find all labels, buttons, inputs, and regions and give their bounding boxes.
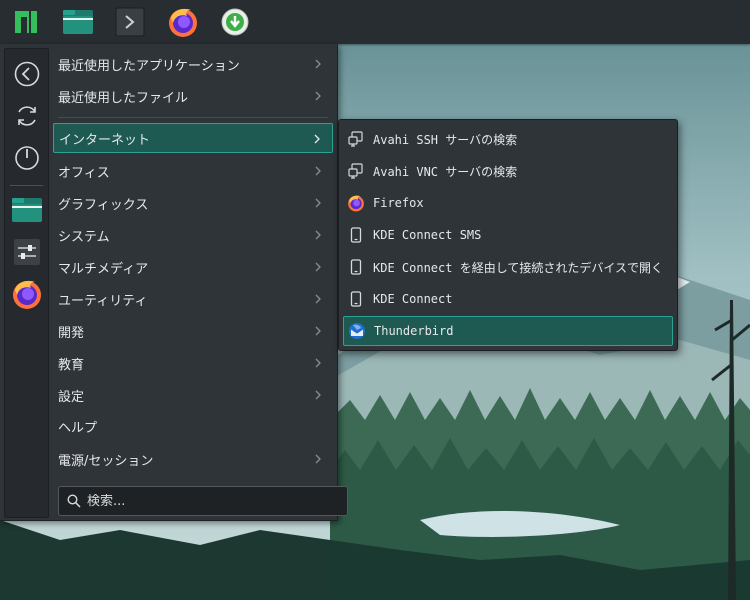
menu-item-label: 教育: [58, 357, 85, 373]
phone-icon: [347, 290, 365, 308]
back-arrow-icon[interactable]: [10, 57, 43, 90]
submenu-item-avahi-vnc[interactable]: Avahi VNC サーバの検索: [343, 156, 673, 186]
menu-item-system[interactable]: システム: [53, 220, 333, 250]
folder-icon[interactable]: [60, 4, 96, 40]
settings-sliders-icon[interactable]: [10, 235, 43, 268]
phone-icon: [347, 258, 365, 276]
submenu-item-kdeconnect[interactable]: KDE Connect: [343, 284, 673, 314]
submenu-item-kdeconnect-open[interactable]: KDE Connect を経由して接続されたデバイスで開く: [343, 252, 673, 282]
network-icon: [347, 130, 365, 148]
chevron-right-icon: [315, 166, 321, 176]
chevron-right-icon: [315, 326, 321, 336]
search-box[interactable]: [58, 486, 348, 516]
menu-item-label: 最近使用したアプリケーション: [58, 58, 240, 74]
chevron-right-icon: [315, 454, 321, 464]
submenu-item-label: KDE Connect を経由して接続されたデバイスで開く: [373, 260, 663, 275]
menu-item-power-session[interactable]: 電源/セッション: [53, 444, 333, 474]
chevron-right-icon: [315, 91, 321, 101]
menu-item-settings[interactable]: 設定: [53, 380, 333, 410]
submenu-item-firefox[interactable]: Firefox: [343, 188, 673, 218]
application-menu: 最近使用したアプリケーション 最近使用したファイル インターネット オフィス グ…: [0, 44, 348, 521]
refresh-icon[interactable]: [10, 99, 43, 132]
menu-separator: [58, 117, 328, 118]
chevron-right-icon: [315, 198, 321, 208]
chevron-right-icon: [315, 358, 321, 368]
thunderbird-icon: [348, 322, 366, 340]
favorites-separator: [10, 185, 43, 186]
folder-icon[interactable]: [10, 193, 43, 226]
favorites-bar: [4, 48, 49, 518]
submenu-item-label: KDE Connect: [373, 292, 453, 306]
menu-item-label: 開発: [58, 325, 85, 341]
menu-item-label: オフィス: [58, 165, 110, 181]
submenu-item-label: KDE Connect SMS: [373, 228, 482, 242]
software-update-icon[interactable]: [217, 4, 253, 40]
menu-item-recent-apps[interactable]: 最近使用したアプリケーション: [53, 49, 333, 79]
menu-item-recent-files[interactable]: 最近使用したファイル: [53, 81, 333, 111]
submenu-item-kdeconnect-sms[interactable]: KDE Connect SMS: [343, 220, 673, 250]
search-input[interactable]: [87, 493, 327, 509]
menu-item-label: 設定: [58, 389, 85, 405]
search-icon: [67, 494, 81, 508]
manjaro-logo-icon[interactable]: [8, 4, 44, 40]
chevron-right-icon: [315, 59, 321, 69]
menu-item-multimedia[interactable]: マルチメディア: [53, 252, 333, 282]
chevron-right-icon: [314, 134, 320, 144]
menu-item-label: ヘルプ: [58, 420, 98, 436]
menu-item-education[interactable]: 教育: [53, 348, 333, 378]
top-panel: [0, 0, 750, 44]
chevron-right-icon: [315, 294, 321, 304]
network-icon: [347, 162, 365, 180]
menu-item-label: 最近使用したファイル: [58, 90, 189, 106]
terminal-icon[interactable]: [112, 4, 148, 40]
submenu-item-thunderbird[interactable]: Thunderbird: [343, 316, 673, 346]
menu-item-utilities[interactable]: ユーティリティ: [53, 284, 333, 314]
menu-item-development[interactable]: 開発: [53, 316, 333, 346]
menu-item-label: インターネット: [59, 132, 151, 148]
submenu-item-avahi-ssh[interactable]: Avahi SSH サーバの検索: [343, 124, 673, 154]
submenu-item-label: Firefox: [373, 196, 424, 210]
firefox-icon[interactable]: [165, 4, 201, 40]
menu-item-label: ユーティリティ: [58, 293, 148, 309]
menu-item-label: システム: [58, 229, 110, 245]
internet-submenu: Avahi SSH サーバの検索 Avahi VNC サーバの検索 Firefo…: [338, 119, 678, 351]
chevron-right-icon: [315, 390, 321, 400]
menu-item-graphics[interactable]: グラフィックス: [53, 188, 333, 218]
menu-item-label: マルチメディア: [58, 261, 149, 277]
submenu-item-label: Avahi VNC サーバの検索: [373, 164, 518, 179]
firefox-icon: [347, 194, 365, 212]
phone-icon: [347, 226, 365, 244]
menu-item-internet[interactable]: インターネット: [53, 123, 333, 153]
submenu-item-label: Avahi SSH サーバの検索: [373, 132, 518, 147]
menu-item-help[interactable]: ヘルプ: [53, 411, 333, 441]
menu-item-label: 電源/セッション: [58, 453, 154, 469]
power-icon[interactable]: [10, 141, 43, 174]
firefox-icon[interactable]: [10, 277, 43, 310]
menu-item-office[interactable]: オフィス: [53, 156, 333, 186]
submenu-item-label: Thunderbird: [374, 324, 454, 338]
menu-item-label: グラフィックス: [58, 197, 149, 213]
chevron-right-icon: [315, 230, 321, 240]
chevron-right-icon: [315, 262, 321, 272]
